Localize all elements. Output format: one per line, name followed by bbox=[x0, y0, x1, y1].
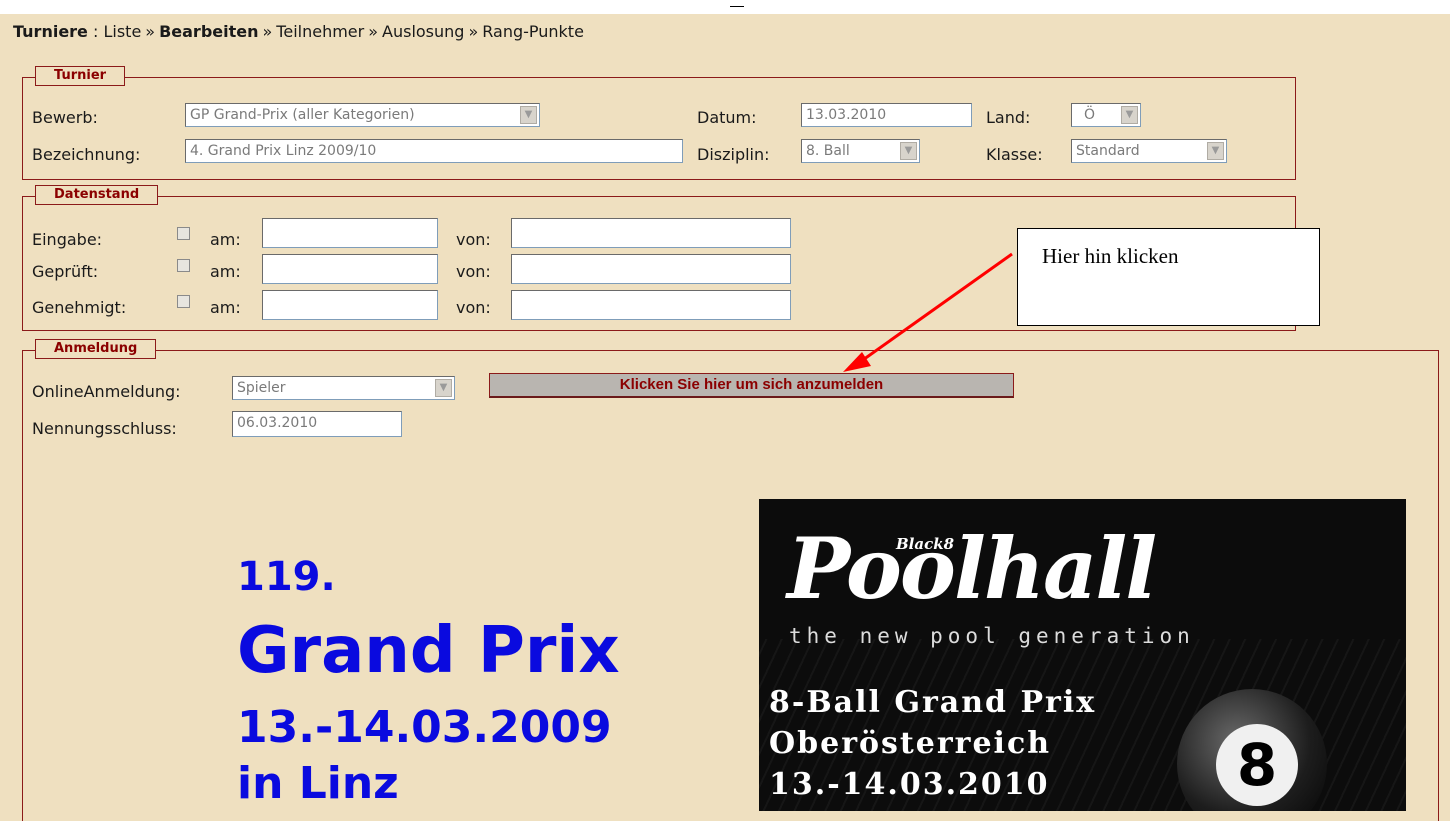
flyer-number: 119. bbox=[237, 554, 336, 600]
poster-logo-small: Black8 bbox=[896, 535, 955, 553]
poster-tagline: the new pool generation bbox=[789, 624, 1195, 648]
poster-line-2: Oberösterreich bbox=[769, 726, 1052, 761]
eight-ball-number: 8 bbox=[1216, 724, 1298, 806]
flyer-dates: 13.-14.03.2009 bbox=[237, 702, 612, 753]
poster-logo: Poolhall bbox=[787, 519, 1157, 618]
flyer-title: Grand Prix bbox=[237, 614, 620, 688]
poster-line-1: 8-Ball Grand Prix bbox=[769, 685, 1097, 720]
poolhall-poster: Poolhall Black8 the new pool generation … bbox=[759, 499, 1406, 811]
flyer-place: in Linz bbox=[237, 758, 399, 809]
poster-line-3: 13.-14.03.2010 bbox=[769, 767, 1050, 802]
